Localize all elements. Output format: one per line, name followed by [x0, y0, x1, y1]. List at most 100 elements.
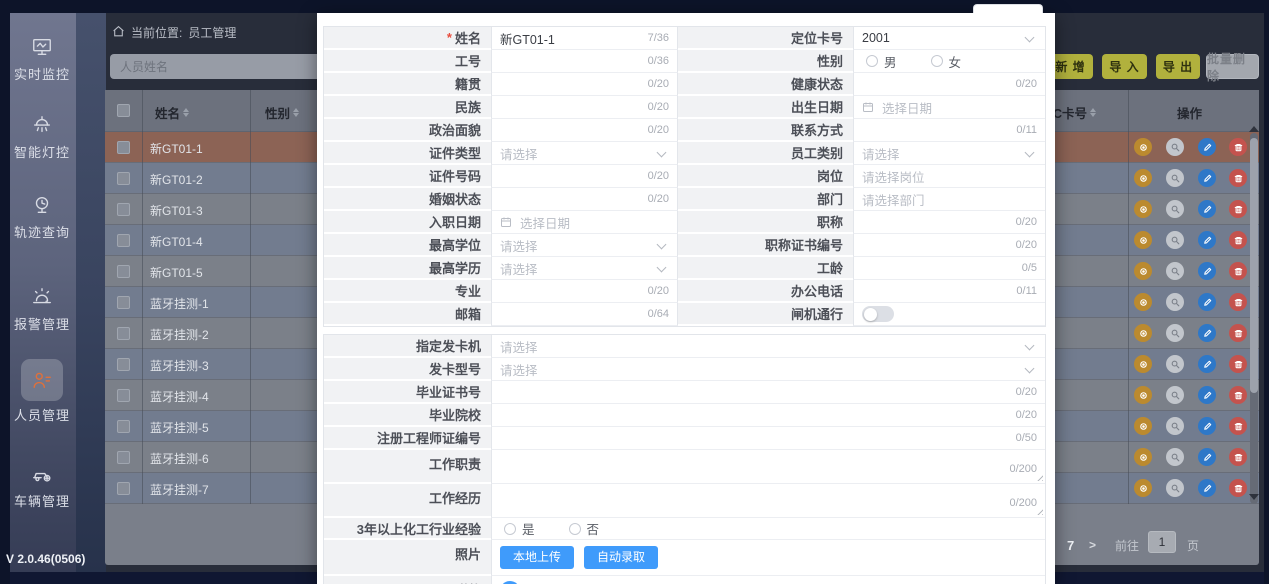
- row-checkbox[interactable]: [117, 358, 130, 371]
- locate-button[interactable]: [1134, 448, 1152, 466]
- view-button[interactable]: [1166, 324, 1184, 342]
- radio-option-是[interactable]: 是: [504, 519, 535, 538]
- scrollbar-down-arrow[interactable]: [1249, 494, 1259, 500]
- row-checkbox[interactable]: [117, 172, 130, 185]
- edit-button[interactable]: [1198, 262, 1216, 280]
- toolbar-button-导入[interactable]: 导 入: [1102, 54, 1147, 79]
- locate-button[interactable]: [1134, 479, 1152, 497]
- column-header-3[interactable]: C卡号: [1053, 103, 1096, 122]
- next-page-button[interactable]: >: [1089, 534, 1096, 556]
- resize-handle-icon[interactable]: [1036, 474, 1043, 481]
- view-button[interactable]: [1166, 479, 1184, 497]
- edit-button[interactable]: [1198, 417, 1216, 435]
- sort-caret[interactable]: [183, 108, 189, 117]
- scrollbar-thumb[interactable]: [1250, 138, 1258, 393]
- row-checkbox[interactable]: [117, 296, 130, 309]
- delete-button[interactable]: [1229, 417, 1247, 435]
- field-毕业院校[interactable]: 0/20: [491, 404, 1045, 427]
- radio-option-男[interactable]: 男: [866, 52, 897, 71]
- locate-button[interactable]: [1134, 200, 1152, 218]
- field-工作职责[interactable]: 0/200: [491, 450, 1045, 484]
- delete-button[interactable]: [1229, 293, 1247, 311]
- view-button[interactable]: [1166, 386, 1184, 404]
- field-职称证书编号[interactable]: 0/20: [853, 234, 1045, 257]
- edit-button[interactable]: [1198, 169, 1216, 187]
- column-header-2[interactable]: 性别: [265, 103, 299, 122]
- sidebar-item-2[interactable]: 智能灯控: [10, 114, 74, 161]
- delete-button[interactable]: [1229, 448, 1247, 466]
- field-指定发卡机[interactable]: 请选择: [491, 335, 1045, 358]
- edit-button[interactable]: [1198, 293, 1216, 311]
- photo-button-自动录取[interactable]: 自动录取: [584, 546, 658, 569]
- field-联系方式[interactable]: 0/11: [853, 119, 1045, 142]
- sort-caret[interactable]: [1090, 108, 1096, 117]
- delete-button[interactable]: [1229, 262, 1247, 280]
- row-checkbox[interactable]: [117, 141, 130, 154]
- field-民族[interactable]: 0/20: [491, 96, 678, 119]
- add-attachment-button[interactable]: +: [500, 581, 520, 584]
- select-all-checkbox[interactable]: [117, 104, 130, 117]
- view-button[interactable]: [1166, 417, 1184, 435]
- field-岗位[interactable]: 请选择岗位: [853, 165, 1045, 188]
- delete-button[interactable]: [1229, 231, 1247, 249]
- locate-button[interactable]: [1134, 324, 1152, 342]
- row-checkbox[interactable]: [117, 389, 130, 402]
- row-checkbox[interactable]: [117, 234, 130, 247]
- delete-button[interactable]: [1229, 355, 1247, 373]
- locate-button[interactable]: [1134, 386, 1152, 404]
- field-证件号码[interactable]: 0/20: [491, 165, 678, 188]
- delete-button[interactable]: [1229, 169, 1247, 187]
- sidebar-item-3[interactable]: 轨迹查询: [10, 194, 74, 241]
- locate-button[interactable]: [1134, 169, 1152, 187]
- view-button[interactable]: [1166, 231, 1184, 249]
- field-工作经历[interactable]: 0/200: [491, 484, 1045, 518]
- view-button[interactable]: [1166, 262, 1184, 280]
- field-出生日期[interactable]: 选择日期: [853, 96, 1045, 119]
- delete-button[interactable]: [1229, 324, 1247, 342]
- locate-button[interactable]: [1134, 231, 1152, 249]
- field-工号[interactable]: 0/36: [491, 50, 678, 73]
- scrollbar-up-arrow[interactable]: [1249, 126, 1259, 132]
- edit-button[interactable]: [1198, 138, 1216, 156]
- edit-button[interactable]: [1198, 386, 1216, 404]
- radio-option-女[interactable]: 女: [931, 52, 962, 71]
- row-checkbox[interactable]: [117, 203, 130, 216]
- locate-button[interactable]: [1134, 355, 1152, 373]
- field-邮箱[interactable]: 0/64: [491, 303, 678, 326]
- column-header-1[interactable]: 姓名: [155, 103, 189, 122]
- field-籍贯[interactable]: 0/20: [491, 73, 678, 96]
- view-button[interactable]: [1166, 448, 1184, 466]
- field-定位卡号[interactable]: 2001: [853, 27, 1045, 50]
- edit-button[interactable]: [1198, 200, 1216, 218]
- column-header-4[interactable]: 操作: [1177, 103, 1202, 122]
- breadcrumb-current[interactable]: 员工管理: [188, 24, 236, 41]
- photo-button-本地上传[interactable]: 本地上传: [500, 546, 574, 569]
- field-部门[interactable]: 请选择部门: [853, 188, 1045, 211]
- edit-button[interactable]: [1198, 479, 1216, 497]
- field-发卡型号[interactable]: 请选择: [491, 358, 1045, 381]
- locate-button[interactable]: [1134, 262, 1152, 280]
- locate-button[interactable]: [1134, 417, 1152, 435]
- sidebar-item-1[interactable]: 实时监控: [10, 36, 74, 83]
- field-闸机通行[interactable]: [853, 303, 1045, 326]
- view-button[interactable]: [1166, 200, 1184, 218]
- sidebar-item-6[interactable]: 车辆管理: [10, 463, 74, 510]
- edit-button[interactable]: [1198, 448, 1216, 466]
- locate-button[interactable]: [1134, 293, 1152, 311]
- field-婚姻状态[interactable]: 0/20: [491, 188, 678, 211]
- sidebar-item-5[interactable]: 人员管理: [10, 359, 74, 424]
- field-注册工程师证编号[interactable]: 0/50: [491, 427, 1045, 450]
- delete-button[interactable]: [1229, 200, 1247, 218]
- sort-caret[interactable]: [293, 108, 299, 117]
- row-checkbox[interactable]: [117, 265, 130, 278]
- edit-button[interactable]: [1198, 231, 1216, 249]
- field-员工类别[interactable]: 请选择: [853, 142, 1045, 165]
- view-button[interactable]: [1166, 138, 1184, 156]
- page-button-7[interactable]: 7: [1067, 534, 1074, 556]
- locate-button[interactable]: [1134, 138, 1152, 156]
- toolbar-button-批量删除[interactable]: 批量删除: [1206, 54, 1259, 79]
- row-checkbox[interactable]: [117, 482, 130, 495]
- field-入职日期[interactable]: 选择日期: [491, 211, 678, 234]
- row-checkbox[interactable]: [117, 327, 130, 340]
- field-工龄[interactable]: 0/5: [853, 257, 1045, 280]
